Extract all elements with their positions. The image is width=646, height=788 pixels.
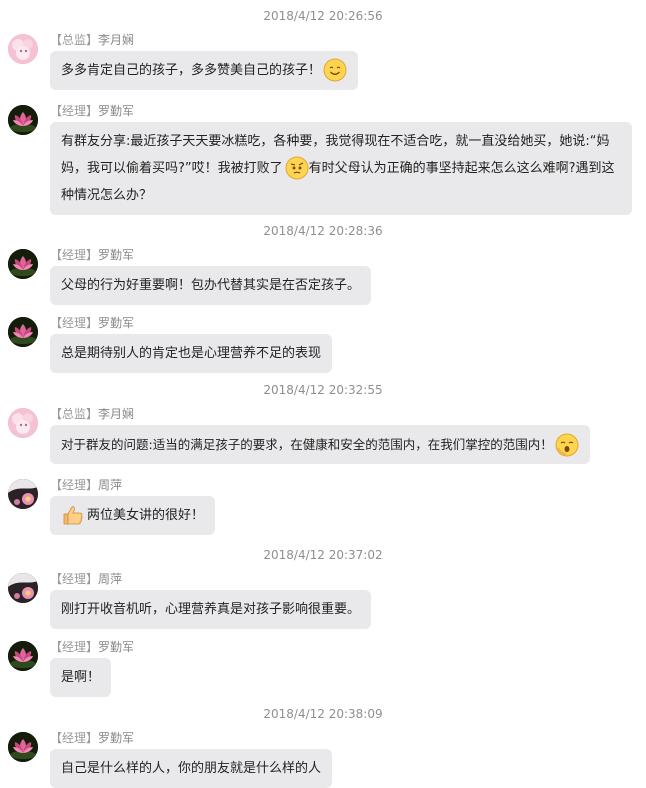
sender-role: 【经理】 [50,478,99,492]
timestamp: 2018/4/12 20:28:36 [263,224,383,238]
sender-label: 【经理】罗勤军 [50,247,134,263]
smile-emoji-icon [323,58,347,82]
thumbs-up-emoji-icon [61,503,85,527]
sender-label: 【经理】罗勤军 [50,315,134,331]
message-bubble: 两位美女讲的很好！ [50,496,216,535]
sender-role: 【经理】 [50,104,99,118]
message-bubble: 自己是什么样的人，你的朋友就是什么样的人 [50,749,333,788]
sender-label: 【总监】李月娴 [50,32,134,48]
sender-role: 【总监】 [50,33,99,47]
sender-label: 【经理】罗勤军 [50,639,134,655]
sender-role: 【经理】 [50,572,99,586]
avatar[interactable] [8,249,38,279]
message-bubble: 对于群友的问题:适当的满足孩子的要求，在健康和安全的范围内，在我们掌控的范围内！ [50,425,590,464]
sender-role: 【经理】 [50,640,99,654]
sender-label: 【经理】罗勤军 [50,103,134,119]
sender-label: 【经理】周萍 [50,571,122,587]
message-text: 自己是什么样的人，你的朋友就是什么样的人 [61,761,322,776]
sender-name[interactable]: 罗勤军 [98,104,134,118]
sender-name[interactable]: 罗勤军 [98,731,134,745]
sender-name[interactable]: 李月娴 [98,33,134,47]
message-text: 总是期待别人的肯定也是心理营养不足的表现 [61,346,322,361]
avatar[interactable] [8,732,38,762]
message-bubble: 是啊！ [50,658,112,697]
message-text: 刚打开收音机听，心理营养真是对孩子影响很重要。 [61,602,361,617]
yawn-emoji-icon [555,433,579,457]
message-text: 两位美女讲的很好！ [87,508,205,523]
avatar[interactable] [8,34,38,64]
avatar[interactable] [8,641,38,671]
message-text: 父母的行为好重要啊！包办代替其实是在否定孩子。 [61,278,361,293]
message-bubble: 多多肯定自己的孩子，多多赞美自己的孩子！ [50,51,359,90]
avatar[interactable] [8,317,38,347]
timestamp: 2018/4/12 20:37:02 [263,548,383,562]
avatar[interactable] [8,408,38,438]
message-bubble: 总是期待别人的肯定也是心理营养不足的表现 [50,334,333,373]
sender-name[interactable]: 罗勤军 [98,248,134,262]
message-text: 多多肯定自己的孩子，多多赞美自己的孩子！ [61,63,322,78]
sender-name[interactable]: 罗勤军 [98,640,134,654]
sender-label: 【经理】罗勤军 [50,730,134,746]
sender-name[interactable]: 周萍 [98,572,122,586]
sender-role: 【总监】 [50,407,99,421]
sender-name[interactable]: 李月娴 [98,407,134,421]
message-bubble: 刚打开收音机听，心理营养真是对孩子影响很重要。 [50,590,372,629]
doubt-emoji-icon [285,156,309,180]
sender-role: 【经理】 [50,316,99,330]
sender-name[interactable]: 周萍 [98,478,122,492]
avatar[interactable] [8,479,38,509]
sender-label: 【总监】李月娴 [50,406,134,422]
message-text: 对于群友的问题:适当的满足孩子的要求，在健康和安全的范围内，在我们掌控的范围内！ [61,437,553,452]
message-text: 是啊！ [61,670,101,685]
avatar[interactable] [8,105,38,135]
message-bubble: 有群友分享:最近孩子天天要冰糕吃，各种要，我觉得现在不适合吃，就一直没给她买，她… [50,122,632,215]
timestamp: 2018/4/12 20:26:56 [263,9,383,23]
sender-name[interactable]: 罗勤军 [98,316,134,330]
sender-role: 【经理】 [50,248,99,262]
timestamp: 2018/4/12 20:32:55 [263,383,383,397]
timestamp: 2018/4/12 20:38:09 [263,707,383,721]
avatar[interactable] [8,573,38,603]
sender-label: 【经理】周萍 [50,477,122,493]
message-bubble: 父母的行为好重要啊！包办代替其实是在否定孩子。 [50,266,372,305]
sender-role: 【经理】 [50,731,99,745]
